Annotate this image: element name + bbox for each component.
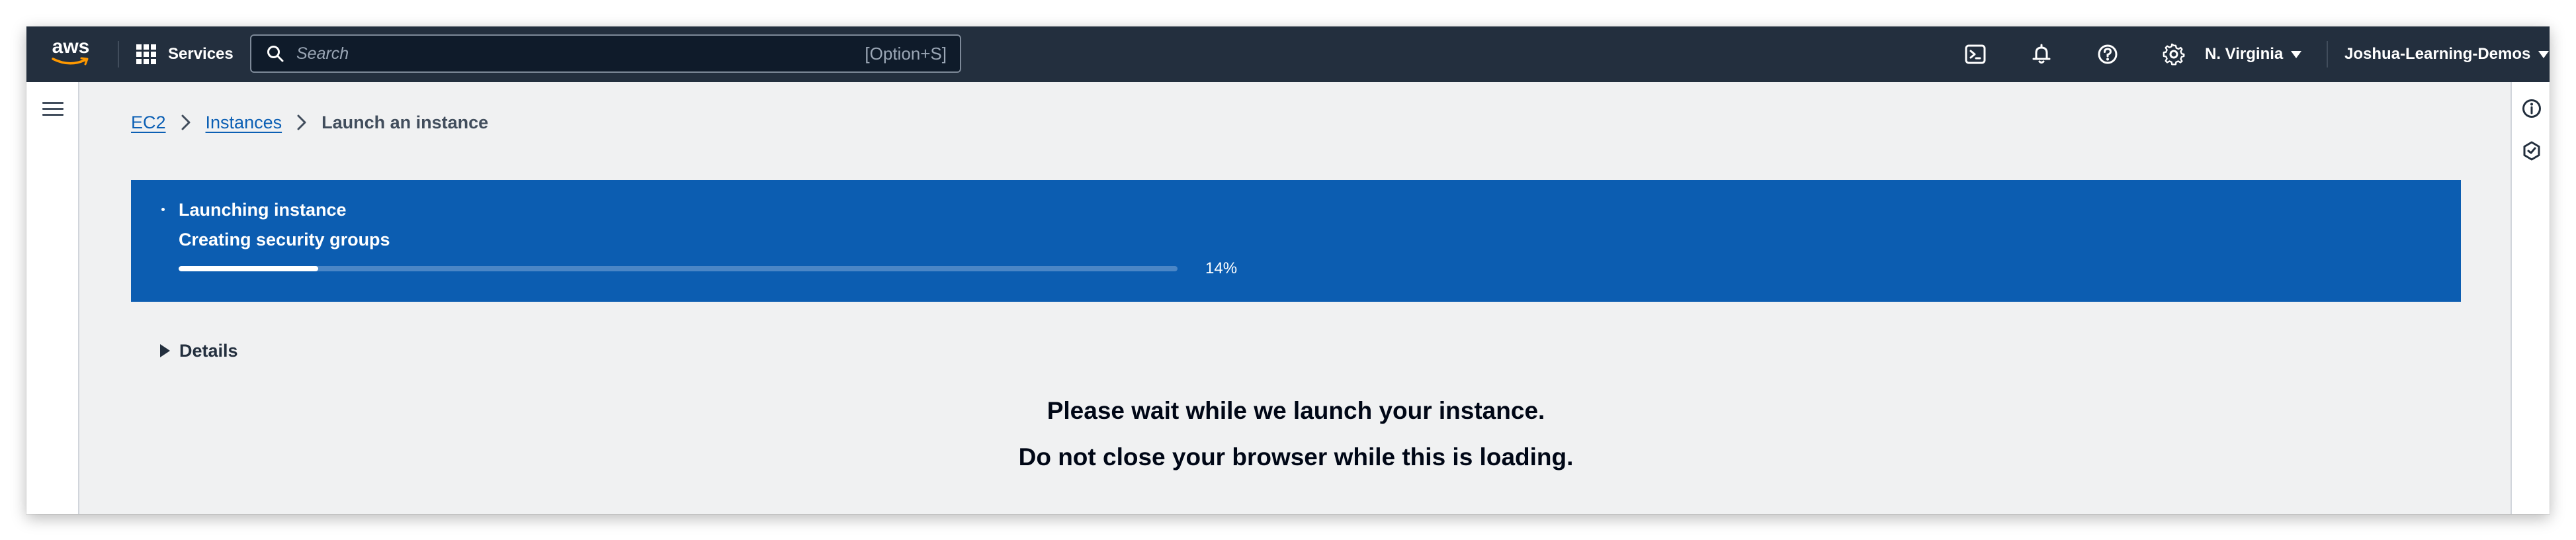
help-button[interactable] <box>2094 41 2121 68</box>
nav-divider <box>118 41 119 68</box>
chevron-right-icon <box>181 114 191 130</box>
account-menu[interactable]: Joshua-Learning-Demos <box>2344 41 2550 68</box>
info-icon[interactable] <box>2521 98 2542 119</box>
menu-toggle-button[interactable] <box>41 98 65 119</box>
account-label: Joshua-Learning-Demos <box>2344 45 2531 63</box>
wait-message: Please wait while we launch your instanc… <box>1047 397 1545 424</box>
services-menu-button[interactable]: Services <box>136 41 234 68</box>
chevron-right-icon <box>297 114 306 130</box>
nav-divider <box>2327 41 2328 68</box>
details-expander[interactable]: Details <box>160 338 238 364</box>
notifications-button[interactable] <box>2028 41 2055 68</box>
progress-bar-track <box>179 266 1178 271</box>
do-not-close-message: Do not close your browser while this is … <box>1018 443 1574 471</box>
top-navigation: aws Services [Option+S] <box>26 26 2550 82</box>
hamburger-icon <box>42 102 64 104</box>
caret-down-icon <box>2291 50 2302 58</box>
hexagon-help-icon[interactable] <box>2521 140 2542 161</box>
tools-rail <box>2511 82 2550 514</box>
launch-progress-banner: Launching instance Creating security gro… <box>131 180 2461 302</box>
cloudshell-button[interactable] <box>1962 41 1989 68</box>
caret-down-icon <box>2538 50 2550 58</box>
banner-title: Launching instance <box>179 200 347 220</box>
search-bar[interactable]: [Option+S] <box>250 34 961 73</box>
search-input[interactable] <box>295 40 865 68</box>
help-icon <box>2098 44 2118 64</box>
search-shortcut-hint: [Option+S] <box>865 43 947 64</box>
breadcrumb: EC2 Instances Launch an instance <box>131 109 488 136</box>
banner-subtitle: Creating security groups <box>179 230 390 249</box>
breadcrumb-link-ec2[interactable]: EC2 <box>131 112 166 133</box>
breadcrumb-link-instances[interactable]: Instances <box>206 112 282 133</box>
status-dot-icon <box>161 208 165 211</box>
details-label: Details <box>179 340 238 361</box>
breadcrumb-current: Launch an instance <box>322 112 489 132</box>
progress-bar-fill <box>179 266 319 271</box>
region-selector[interactable]: N. Virginia <box>2205 41 2302 68</box>
aws-logo-text: aws <box>52 36 90 58</box>
services-label: Services <box>168 45 234 63</box>
services-grid-icon <box>136 44 156 64</box>
progress-percent: 14% <box>1205 259 1238 277</box>
search-icon <box>267 46 284 62</box>
browser-window: aws Services [Option+S] <box>26 26 2550 514</box>
gear-icon <box>2163 43 2185 66</box>
caret-right-icon <box>160 344 170 357</box>
settings-button[interactable] <box>2161 41 2187 68</box>
bell-icon <box>2032 44 2051 64</box>
region-label: N. Virginia <box>2205 45 2284 63</box>
side-navigation-rail <box>26 82 79 514</box>
aws-smile-icon <box>52 57 89 66</box>
cloudshell-icon <box>1965 44 1986 64</box>
aws-logo[interactable]: aws <box>48 37 94 70</box>
